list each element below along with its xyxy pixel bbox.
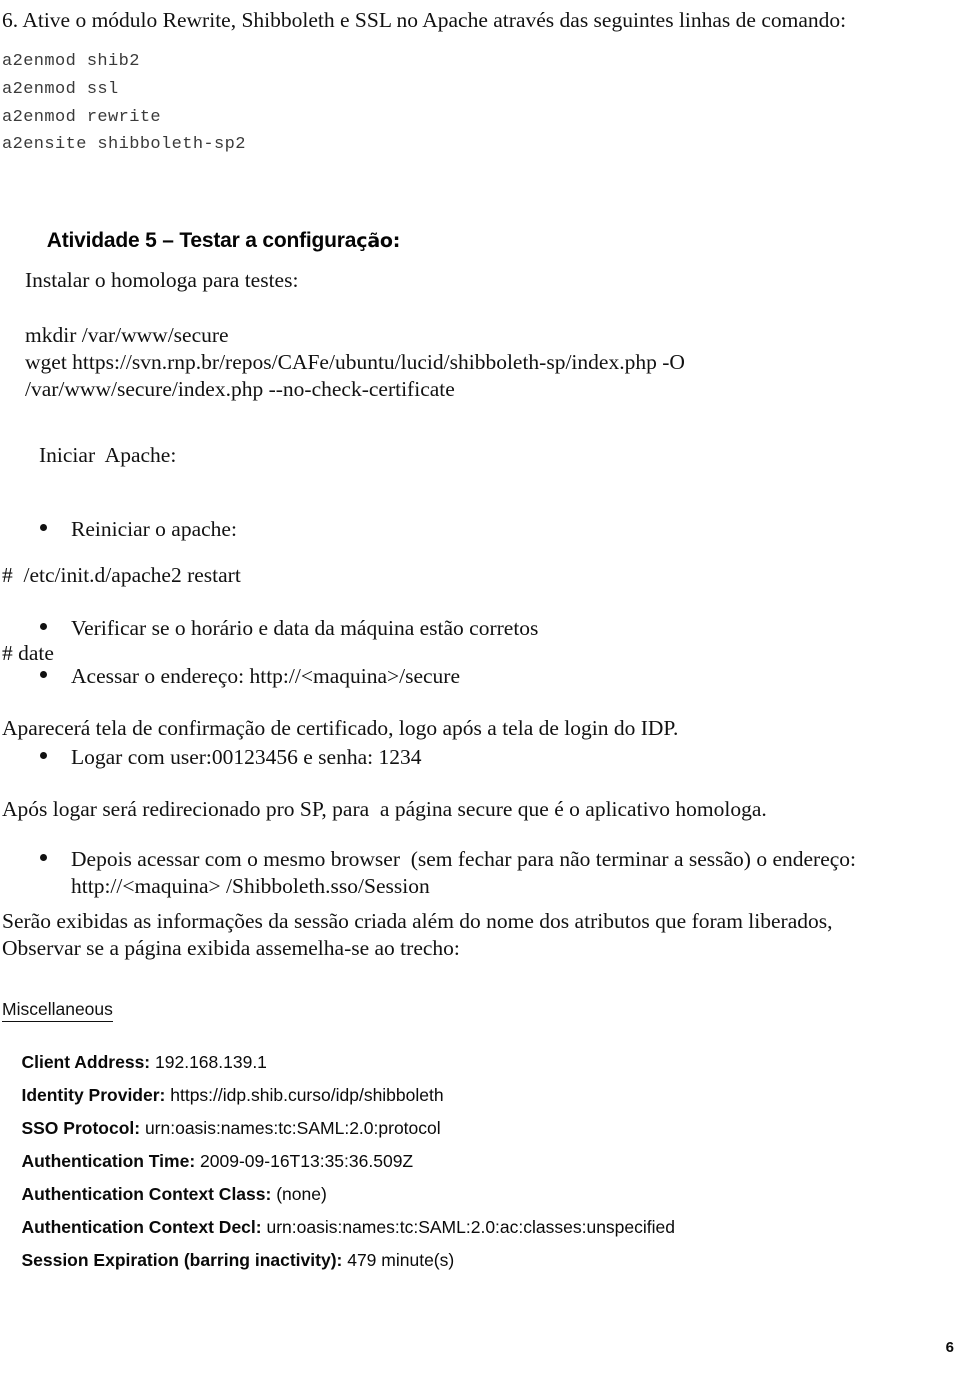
activity-heading: Atividade 5 – Testar a configuração:: [25, 205, 401, 276]
activity-heading-main: Atividade 5 – Testar a configura: [46, 228, 357, 252]
command-line: a2enmod ssl: [2, 80, 119, 99]
note-session-info-1: Serão exibidas as informações da sessão …: [2, 909, 833, 933]
note-redirect-to-sp: Após logar será redirecionado pro SP, pa…: [2, 797, 767, 821]
command-line: a2ensite shibboleth-sp2: [2, 135, 246, 154]
activity-subtitle: Instalar o homologa para testes:: [25, 268, 299, 292]
list-item-label: Reiniciar o apache:: [71, 517, 237, 541]
bullet-icon: [40, 623, 47, 631]
command-date: # date: [2, 641, 54, 665]
misc-value: 479 minute(s): [342, 1250, 455, 1271]
bullet-icon: [40, 524, 47, 532]
install-command-line: wget https://svn.rnp.br/repos/CAFe/ubunt…: [25, 350, 685, 374]
list-item-restart-apache: Reiniciar o apache:: [40, 516, 860, 543]
miscellaneous-title: Miscellaneous: [2, 999, 113, 1023]
misc-key: Session Expiration (barring inactivity):: [21, 1250, 343, 1271]
section-heading-item-6: 6. Ative o módulo Rewrite, Shibboleth e …: [2, 8, 847, 32]
command-restart-apache: # /etc/init.d/apache2 restart: [2, 563, 241, 587]
list-item-label: Verificar se o horário e data da máquina…: [71, 616, 539, 640]
install-command-line: mkdir /var/www/secure: [25, 323, 229, 347]
list-item-login-credentials: Logar com user:00123456 e senha: 1234: [40, 744, 860, 771]
page-number: 6: [945, 1339, 954, 1356]
note-certificate-screen: Aparecerá tela de confirmação de certifi…: [2, 716, 679, 740]
bullet-icon: [40, 671, 47, 679]
activity-heading-suffix: ção:: [356, 229, 401, 252]
note-session-info-2: Observar se a página exibida assemelha-s…: [2, 936, 460, 960]
command-line: a2enmod rewrite: [2, 108, 162, 127]
list-item-session-url: Depois acessar com o mesmo browser (sem …: [40, 846, 930, 900]
document-page: 6. Ative o módulo Rewrite, Shibboleth e …: [0, 0, 960, 1380]
list-item-label: Acessar o endereço: http://<maquina>/sec…: [71, 664, 461, 688]
list-item-label: Logar com user:00123456 e senha: 1234: [71, 745, 422, 769]
list-item-access-url: Acessar o endereço: http://<maquina>/sec…: [40, 663, 860, 690]
command-line: a2enmod shib2: [2, 52, 140, 71]
start-apache-label: Iniciar Apache:: [39, 443, 177, 467]
install-command-line: /var/www/secure/index.php --no-check-cer…: [25, 377, 455, 401]
list-item-check-datetime: Verificar se o horário e data da máquina…: [40, 615, 860, 642]
bullet-icon: [40, 854, 47, 862]
misc-row-session-expiration: Session Expiration (barring inactivity):…: [2, 1232, 454, 1290]
list-item-label: Depois acessar com o mesmo browser (sem …: [71, 847, 857, 899]
bullet-icon: [40, 752, 47, 760]
